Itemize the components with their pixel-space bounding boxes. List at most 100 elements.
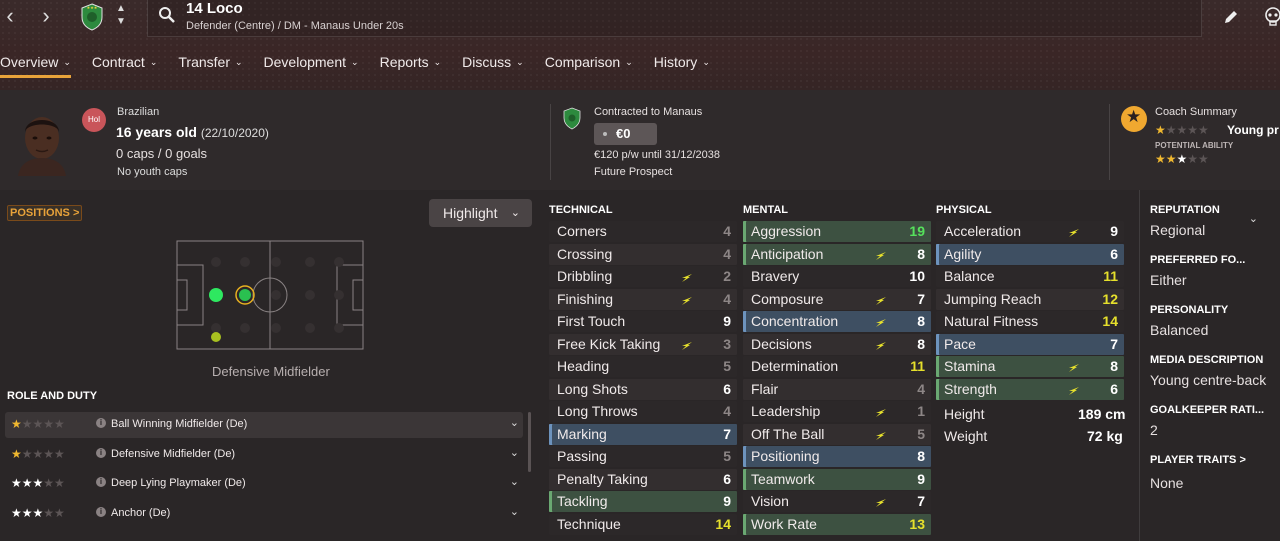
info-column: REPUTATION ⌄ Regional PREFERRED FO... Ei… <box>1139 190 1280 541</box>
coach-star-icon <box>1121 106 1147 132</box>
attribute-row-free-kick-taking[interactable]: Free Kick Taking 3 <box>549 333 737 355</box>
attribute-row-aggression[interactable]: Aggression 19 <box>743 221 931 242</box>
tab-contract[interactable]: Contract ⌄ <box>92 48 157 78</box>
attribute-row-vision[interactable]: Vision 7 <box>743 491 931 512</box>
attribute-row-finishing[interactable]: Finishing 4 <box>549 288 737 310</box>
chevron-down-icon[interactable]: ⌄ <box>510 446 519 459</box>
attribute-row-jumping-reach[interactable]: Jumping Reach 12 <box>936 288 1124 310</box>
coach-summary-title: Coach Summary <box>1155 106 1237 118</box>
attribute-row-strength[interactable]: Strength 6 <box>936 378 1124 400</box>
role-row[interactable]: ★★★★★ i Ball Winning Midfielder (De) ⌄ <box>5 412 523 438</box>
position-dc-dot <box>209 288 223 302</box>
player-search-bar[interactable]: 14 Loco Defender (Centre) / DM - Manaus … <box>147 0 1202 37</box>
tab-development[interactable]: Development ⌄ <box>264 48 359 78</box>
key-attribute-flash-icon <box>876 319 886 327</box>
attribute-row-penalty-taking[interactable]: Penalty Taking 6 <box>549 468 737 490</box>
media-description-label: MEDIA DESCRIPTION <box>1150 354 1264 366</box>
player-status: Future Prospect <box>594 166 673 178</box>
key-attribute-flash-icon <box>1069 229 1079 237</box>
tab-history[interactable]: History ⌄ <box>654 48 710 78</box>
attribute-row-first-touch[interactable]: First Touch 9 <box>549 311 737 332</box>
svg-text:★★★: ★★★ <box>87 5 98 10</box>
personality-value: Balanced <box>1150 322 1209 338</box>
attribute-row-anticipation[interactable]: Anticipation 8 <box>743 243 931 265</box>
attribute-row-acceleration[interactable]: Acceleration 9 <box>936 221 1124 242</box>
chevron-down-icon[interactable]: ⌄ <box>510 416 519 429</box>
attribute-value: 8 <box>917 245 925 262</box>
attribute-row-determination[interactable]: Determination 11 <box>743 356 931 377</box>
attribute-row-leadership[interactable]: Leadership 1 <box>743 401 931 422</box>
skull-icon[interactable] <box>1262 6 1280 28</box>
tab-overview[interactable]: Overview ⌄ <box>0 48 71 78</box>
player-traits-link[interactable]: PLAYER TRAITS > <box>1150 454 1246 466</box>
attribute-row-tackling[interactable]: Tackling 9 <box>549 491 737 512</box>
tab-discuss[interactable]: Discuss ⌄ <box>462 48 524 78</box>
info-icon[interactable]: i <box>96 477 106 487</box>
search-icon[interactable] <box>158 6 176 24</box>
attribute-value: 4 <box>723 403 731 419</box>
attribute-row-bravery[interactable]: Bravery 10 <box>743 266 931 287</box>
role-row[interactable]: ★★★★★ i Deep Lying Playmaker (De) ⌄ <box>5 471 523 497</box>
info-icon[interactable]: i <box>96 507 106 517</box>
attribute-name: Aggression <box>751 223 822 239</box>
attribute-name: Penalty Taking <box>557 470 648 487</box>
attribute-row-long-shots[interactable]: Long Shots 6 <box>549 378 737 400</box>
info-icon[interactable]: i <box>96 448 106 458</box>
attribute-row-crossing[interactable]: Crossing 4 <box>549 243 737 265</box>
player-tabs: Overview ⌄ Contract ⌄ Transfer ⌄ Developmen… <box>0 48 731 78</box>
attribute-value: 4 <box>917 380 925 397</box>
attribute-name: Heading <box>557 358 610 374</box>
tab-reports[interactable]: Reports ⌄ <box>380 48 442 78</box>
tab-transfer[interactable]: Transfer ⌄ <box>178 48 242 78</box>
attribute-row-off-the-ball[interactable]: Off The Ball 5 <box>743 423 931 445</box>
attribute-value: 8 <box>917 313 925 329</box>
attribute-row-dribbling[interactable]: Dribbling 2 <box>549 266 737 287</box>
forward-arrow-icon[interactable]: › <box>36 4 56 30</box>
club-badge-icon: ★★★ <box>81 3 103 31</box>
attribute-row-corners[interactable]: Corners 4 <box>549 221 737 242</box>
attribute-row-technique[interactable]: Technique 14 <box>549 513 737 535</box>
attribute-row-positioning[interactable]: Positioning 8 <box>743 446 931 467</box>
tab-comparison[interactable]: Comparison ⌄ <box>545 48 633 78</box>
attribute-row-balance[interactable]: Balance 11 <box>936 266 1124 287</box>
highlight-dropdown[interactable]: Highlight ⌄ <box>429 199 532 227</box>
role-rating-stars: ★★★★★ <box>11 476 65 490</box>
chevron-down-icon[interactable]: ⌄ <box>510 475 519 488</box>
positions-link[interactable]: POSITIONS > <box>7 205 83 221</box>
attribute-row-teamwork[interactable]: Teamwork 9 <box>743 468 931 490</box>
contract-club[interactable]: Contracted to Manaus <box>594 106 702 118</box>
role-row[interactable]: ★★★★★ i Anchor (De) ⌄ <box>5 501 523 527</box>
attribute-value: 19 <box>909 223 925 239</box>
attribute-row-passing[interactable]: Passing 5 <box>549 446 737 467</box>
attribute-row-work-rate[interactable]: Work Rate 13 <box>743 513 931 535</box>
attribute-row-heading[interactable]: Heading 5 <box>549 356 737 377</box>
back-arrow-icon[interactable]: ‹ <box>0 4 20 30</box>
date-of-birth: (22/10/2020) <box>200 126 269 140</box>
attribute-row-pace[interactable]: Pace 7 <box>936 333 1124 355</box>
player-traits-value: None <box>1150 475 1184 491</box>
attribute-row-natural-fitness[interactable]: Natural Fitness 14 <box>936 311 1124 332</box>
info-icon[interactable]: i <box>96 418 106 428</box>
key-attribute-flash-icon <box>1069 364 1079 372</box>
edit-pencil-icon[interactable] <box>1222 8 1240 26</box>
attribute-row-stamina[interactable]: Stamina 8 <box>936 356 1124 377</box>
attribute-name: Concentration <box>751 313 839 329</box>
role-scrollbar[interactable] <box>528 412 531 472</box>
player-name: 14 Loco <box>186 0 243 17</box>
coach-summary-text: Young pr <box>1227 123 1279 137</box>
attribute-name: Long Throws <box>557 403 638 419</box>
attribute-value: 8 <box>917 335 925 352</box>
attribute-value: 10 <box>909 268 925 284</box>
attribute-name: Flair <box>751 380 779 397</box>
squad-up-down-icon[interactable]: ▲ ▼ <box>114 2 128 28</box>
attribute-row-composure[interactable]: Composure 7 <box>743 288 931 310</box>
attribute-row-flair[interactable]: Flair 4 <box>743 378 931 400</box>
attribute-row-agility[interactable]: Agility 6 <box>936 243 1124 265</box>
chevron-down-icon[interactable]: ⌄ <box>1249 212 1258 225</box>
attribute-row-decisions[interactable]: Decisions 8 <box>743 333 931 355</box>
attribute-row-long-throws[interactable]: Long Throws 4 <box>549 401 737 422</box>
chevron-down-icon[interactable]: ⌄ <box>510 505 519 518</box>
attribute-row-marking[interactable]: Marking 7 <box>549 423 737 445</box>
attribute-row-concentration[interactable]: Concentration 8 <box>743 311 931 332</box>
role-row[interactable]: ★★★★★ i Defensive Midfielder (De) ⌄ <box>5 442 523 468</box>
